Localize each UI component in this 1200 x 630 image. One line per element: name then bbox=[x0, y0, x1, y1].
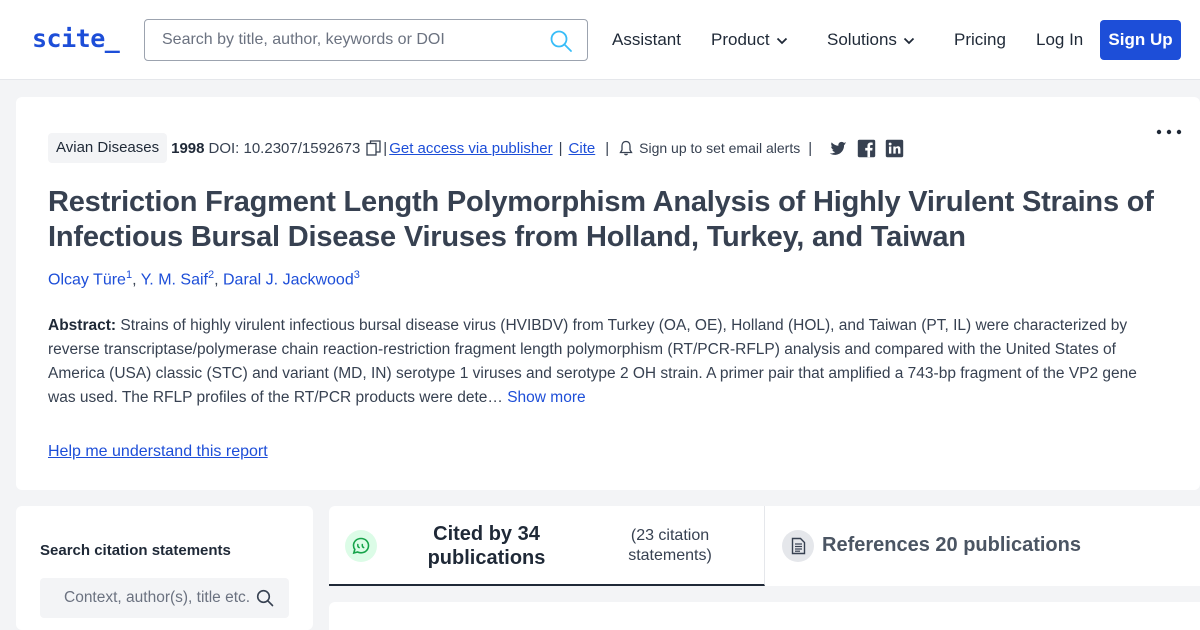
search-icon[interactable] bbox=[256, 589, 274, 607]
nav-product[interactable]: Product bbox=[711, 29, 788, 51]
author-link[interactable]: Y. M. Saif bbox=[141, 271, 208, 288]
author-link[interactable]: Olcay Türe bbox=[48, 271, 126, 288]
scite-logo[interactable]: scite_ bbox=[32, 24, 120, 53]
paper-card: Avian Diseases 1998 DOI: 10.2307/1592673… bbox=[16, 97, 1200, 490]
cited-by-count: Cited by 34 publications bbox=[427, 523, 546, 569]
author-link[interactable]: Daral J. Jackwood bbox=[223, 271, 354, 288]
citation-search-panel: Search citation statements bbox=[16, 506, 313, 630]
citation-search-title: Search citation statements bbox=[40, 542, 231, 559]
document-icon bbox=[791, 537, 806, 555]
tab-references[interactable]: References 20 publications bbox=[766, 506, 1200, 586]
nav-pricing[interactable]: Pricing bbox=[954, 29, 1006, 51]
abstract: Abstract: Strains of highly virulent inf… bbox=[48, 314, 1168, 410]
show-more-link[interactable]: Show more bbox=[507, 389, 585, 406]
separator: | bbox=[605, 139, 610, 157]
citation-search[interactable] bbox=[40, 578, 289, 618]
journal-tag[interactable]: Avian Diseases bbox=[48, 133, 168, 163]
chevron-down-icon bbox=[776, 37, 787, 44]
signup-button[interactable]: Sign Up bbox=[1100, 20, 1181, 60]
tab-cited-by[interactable]: Cited by 34 publications (23 citation st… bbox=[329, 506, 765, 586]
author-affiliation: 3 bbox=[353, 269, 360, 281]
citation-search-input[interactable] bbox=[40, 578, 255, 618]
citation-tabs: Cited by 34 publications (23 citation st… bbox=[329, 506, 1200, 586]
bell-icon[interactable] bbox=[619, 140, 633, 156]
doi-text: DOI: 10.2307/1592673 bbox=[208, 139, 361, 157]
references-count: References 20 publications bbox=[822, 534, 1081, 556]
paper-title: Restriction Fragment Length Polymorphism… bbox=[48, 186, 1154, 253]
citation-statements-count: (23 citation statements) bbox=[628, 527, 712, 564]
facebook-icon[interactable] bbox=[857, 139, 876, 158]
abstract-text: Strains of highly virulent infectious bu… bbox=[48, 317, 1137, 406]
author-separator: , bbox=[132, 271, 141, 289]
cite-link[interactable]: Cite bbox=[569, 140, 596, 157]
author-list: Olcay Türe1, Y. M. Saif2, Daral J. Jackw… bbox=[48, 269, 360, 289]
references-icon-badge bbox=[782, 530, 814, 562]
nav-solutions[interactable]: Solutions bbox=[827, 29, 915, 51]
top-header: scite_ Assistant Product Solutions Prici… bbox=[0, 0, 1200, 80]
login-link[interactable]: Log In bbox=[1036, 29, 1083, 51]
paper-meta: Avian Diseases 1998 DOI: 10.2307/1592673… bbox=[48, 133, 904, 163]
nav-solutions-label: Solutions bbox=[827, 30, 897, 49]
more-options-icon[interactable] bbox=[1156, 127, 1182, 137]
twitter-icon[interactable] bbox=[829, 139, 848, 158]
cited-icon-badge bbox=[345, 530, 377, 562]
email-alerts-link[interactable]: Sign up to set email alerts bbox=[639, 140, 800, 156]
help-understand-link[interactable]: Help me understand this report bbox=[48, 443, 268, 461]
global-search-input[interactable] bbox=[145, 20, 535, 60]
linkedin-icon[interactable] bbox=[885, 139, 904, 158]
global-search[interactable] bbox=[144, 19, 588, 61]
citation-list-card bbox=[329, 602, 1200, 630]
publication-year: 1998 bbox=[171, 139, 205, 157]
search-icon[interactable] bbox=[549, 29, 573, 53]
nav-product-label: Product bbox=[711, 30, 770, 49]
speech-bubble-icon bbox=[352, 537, 370, 555]
separator: | bbox=[383, 139, 388, 157]
copy-icon[interactable] bbox=[366, 140, 381, 156]
separator: | bbox=[808, 139, 813, 157]
chevron-down-icon bbox=[903, 37, 915, 44]
author-separator: , bbox=[214, 271, 223, 289]
nav-assistant[interactable]: Assistant bbox=[612, 29, 681, 51]
abstract-label: Abstract: bbox=[48, 317, 117, 334]
access-publisher-link[interactable]: Get access via publisher bbox=[389, 140, 552, 157]
separator: | bbox=[558, 139, 563, 157]
